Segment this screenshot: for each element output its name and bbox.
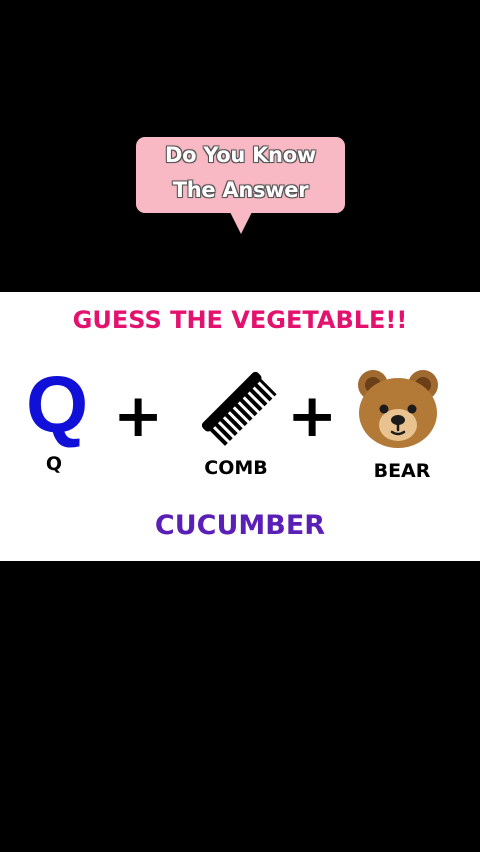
bubble-line-2: The Answer	[172, 178, 309, 202]
q-label: Q	[45, 453, 63, 475]
comb-icon	[201, 371, 277, 446]
plus-sign-2: +	[287, 381, 338, 451]
bear-face-icon	[358, 370, 438, 448]
comb-label: COMB	[204, 457, 268, 479]
bubble-line-1: Do You Know	[165, 143, 316, 167]
answer-text: CUCUMBER	[154, 510, 326, 541]
bear-label: BEAR	[373, 460, 431, 482]
plus-sign-1: +	[113, 381, 164, 451]
puzzle-headline: GUESS THE VEGETABLE!!	[72, 306, 408, 334]
speech-bubble-tail	[230, 212, 252, 234]
puzzle-panel: GUESS THE VEGETABLE!! Q Q + COMB + BEAR …	[0, 292, 480, 561]
q-letter-clue: Q	[26, 360, 89, 449]
